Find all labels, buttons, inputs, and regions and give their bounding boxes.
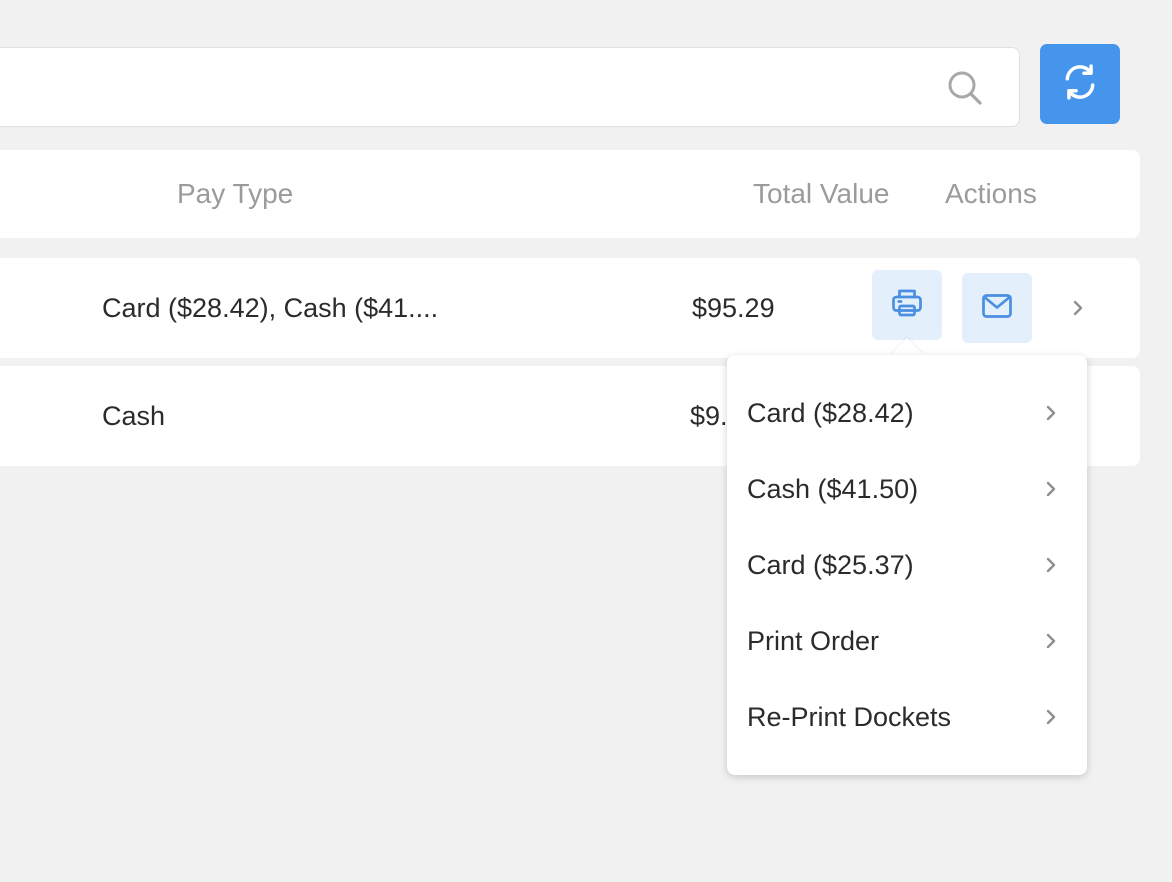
chevron-right-icon: [1039, 705, 1063, 729]
menu-item-reprint-dockets[interactable]: Re-Print Dockets: [727, 679, 1087, 755]
printer-icon: [889, 285, 925, 326]
chevron-right-icon: [1039, 553, 1063, 577]
column-header-actions: Actions: [945, 178, 1037, 209]
print-button[interactable]: [872, 270, 942, 340]
menu-item-label: Re-Print Dockets: [747, 702, 952, 732]
table-row[interactable]: Card ($28.42), Cash ($41.... $95.29: [0, 258, 1140, 358]
print-menu: Card ($28.42) Cash ($41.50) Card ($25.37…: [727, 355, 1087, 775]
email-button[interactable]: [962, 273, 1032, 343]
menu-item-card-2[interactable]: Card ($25.37): [727, 527, 1087, 603]
page: Pay Type Total Value Actions Card ($28.4…: [0, 0, 1172, 882]
mail-icon: [979, 288, 1015, 329]
pay-type-cell: Cash: [102, 401, 166, 431]
refresh-button[interactable]: [1040, 44, 1120, 124]
menu-item-card-1[interactable]: Card ($28.42): [727, 375, 1087, 451]
column-header-total-value: Total Value: [753, 178, 890, 209]
search-icon[interactable]: [947, 70, 983, 106]
total-value-cell: $9.: [690, 401, 728, 431]
chevron-right-icon: [1039, 401, 1063, 425]
search-input[interactable]: [11, 48, 891, 126]
total-value-cell: $95.29: [692, 293, 775, 323]
chevron-right-icon: [1039, 629, 1063, 653]
table-header: Pay Type Total Value Actions: [0, 150, 1140, 238]
refresh-icon: [1061, 63, 1099, 106]
chevron-right-icon: [1039, 477, 1063, 501]
menu-item-label: Print Order: [747, 626, 880, 656]
chevron-right-icon[interactable]: [1066, 296, 1090, 320]
menu-item-cash[interactable]: Cash ($41.50): [727, 451, 1087, 527]
menu-item-label: Card ($25.37): [747, 550, 914, 580]
search-bar: [0, 47, 1020, 127]
menu-item-label: Cash ($41.50): [747, 474, 919, 504]
column-header-pay-type: Pay Type: [177, 178, 294, 209]
pay-type-cell: Card ($28.42), Cash ($41....: [102, 293, 439, 323]
menu-item-label: Card ($28.42): [747, 398, 914, 428]
menu-item-print-order[interactable]: Print Order: [727, 603, 1087, 679]
